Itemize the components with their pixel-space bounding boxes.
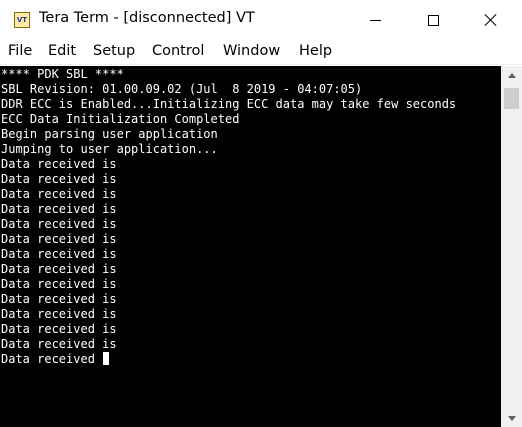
terminal-line-text: Begin parsing user application (1, 127, 218, 141)
terminal-line: Data received is (1, 157, 456, 172)
terminal-line: Data received is (1, 217, 456, 232)
maximize-button[interactable] (404, 0, 462, 40)
terminal-line-text: Data received is (1, 292, 117, 306)
menu-setup[interactable]: Setup (93, 43, 135, 59)
terminal-line: Data received is (1, 337, 456, 352)
terminal-line: Begin parsing user application (1, 127, 456, 142)
terminal-line-text: DDR ECC is Enabled...Initializing ECC da… (1, 97, 457, 111)
vertical-scrollbar[interactable] (501, 66, 522, 427)
menu-window[interactable]: Window (223, 43, 280, 59)
scrollbar-thumb[interactable] (504, 88, 519, 109)
terminal-output: **** PDK SBL **** SBL Revision: 01.00.09.… (1, 67, 456, 367)
terminal-line-text: Data received is (1, 307, 117, 321)
menu-edit[interactable]: Edit (48, 43, 76, 59)
terminal-line: Data received (1, 352, 456, 367)
terminal-line: Data received is (1, 202, 456, 217)
menu-file[interactable]: File (8, 43, 32, 59)
terminal-line-text: Data received is (1, 262, 117, 276)
terminal-line: SBL Revision: 01.00.09.02 (Jul 8 2019 - … (1, 82, 456, 97)
terminal-line-text: Data received is (1, 202, 117, 216)
terminal-line-text: Data received is (1, 157, 117, 171)
terminal-line-text: Data received is (1, 172, 117, 186)
terminal-line: Data received is (1, 322, 456, 337)
menu-control[interactable]: Control (152, 43, 204, 59)
terminal-cursor (103, 352, 110, 365)
terminal-line: Data received is (1, 172, 456, 187)
terminal-line: Data received is (1, 187, 456, 202)
terminal-line: Jumping to user application... (1, 142, 456, 157)
menu-help[interactable]: Help (299, 43, 332, 59)
window-title: Tera Term - [disconnected] VT (39, 10, 255, 26)
terminal-line: Data received is (1, 247, 456, 262)
title-bar[interactable]: VT Tera Term - [disconnected] VT (0, 0, 522, 40)
terminal-line-text: Data received is (1, 217, 117, 231)
terminal-line-text: Data received is (1, 277, 117, 291)
terminal-line-text: Data received is (1, 187, 117, 201)
terminal-screen[interactable]: **** PDK SBL **** SBL Revision: 01.00.09.… (0, 66, 501, 427)
terminal-line-text: **** PDK SBL **** (1, 67, 124, 81)
terminal-line-text: Data received is (1, 247, 117, 261)
terminal-line-text: ECC Data Initialization Completed (1, 112, 240, 126)
terminal-line-text: Data received is (1, 232, 117, 246)
terminal-line: **** PDK SBL **** (1, 67, 456, 82)
teraterm-window: VT Tera Term - [disconnected] VT File Ed… (0, 0, 522, 427)
close-button[interactable] (462, 0, 520, 40)
minimize-icon (369, 19, 381, 21)
minimize-button[interactable] (346, 0, 404, 40)
terminal-line-text: Data received is (1, 322, 117, 336)
menu-bar: File Edit Setup Control Window Help (0, 40, 522, 65)
scroll-up-arrow-icon[interactable] (501, 66, 522, 84)
terminal-line: DDR ECC is Enabled...Initializing ECC da… (1, 97, 456, 112)
close-icon (484, 13, 498, 27)
terminal-line: Data received is (1, 277, 456, 292)
terminal-line: Data received is (1, 232, 456, 247)
terminal-line: Data received is (1, 292, 456, 307)
teraterm-app-icon[interactable]: VT (14, 12, 30, 28)
terminal-line-text: SBL Revision: 01.00.09.02 (Jul 8 2019 - … (1, 82, 363, 96)
terminal-line-text: Jumping to user application... (1, 142, 218, 156)
terminal-line: Data received is (1, 307, 456, 322)
scroll-down-arrow-icon[interactable] (501, 409, 522, 427)
terminal-line: Data received is (1, 262, 456, 277)
terminal-line: ECC Data Initialization Completed (1, 112, 456, 127)
maximize-icon (427, 14, 439, 26)
terminal-line-text: Data received is (1, 337, 117, 351)
terminal-line-text: Data received (1, 352, 103, 366)
